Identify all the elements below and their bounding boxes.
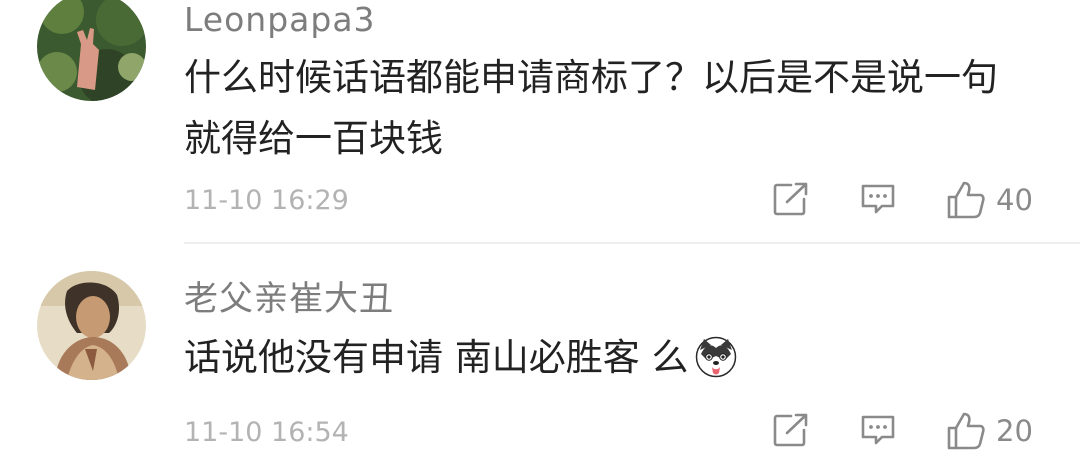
comment-text: 什么时候话语都能申请商标了？以后是不是说一句就得给一百块钱	[184, 56, 998, 160]
timestamp: 11-10 16:54	[184, 417, 349, 448]
username[interactable]: 老父亲崔大丑	[184, 282, 394, 316]
thumbs-up-icon	[945, 411, 987, 451]
timestamp: 11-10 16:29	[184, 185, 349, 216]
comment-item: Leonpapa3 什么时候话语都能申请商标了？以后是不是说一句就得给一百块钱 …	[0, 0, 1080, 244]
share-icon	[771, 411, 811, 449]
like-button[interactable]: 40	[945, 180, 1033, 220]
avatar[interactable]	[37, 0, 146, 101]
husky-dog-emoji-icon	[695, 335, 737, 378]
reply-icon	[858, 411, 898, 449]
comment-text: 话说他没有申请 南山必胜客 么	[184, 336, 689, 379]
share-button[interactable]	[771, 411, 811, 449]
reply-button[interactable]	[858, 180, 898, 218]
comment-item: 老父亲崔大丑 话说他没有申请 南山必胜客 么 11-10 16:54 20	[0, 244, 1080, 461]
avatar[interactable]	[37, 271, 146, 380]
like-count: 20	[996, 413, 1033, 448]
like-count: 40	[996, 182, 1033, 217]
like-button[interactable]: 20	[945, 411, 1033, 451]
reply-button[interactable]	[858, 411, 898, 449]
share-icon	[771, 180, 811, 218]
reply-icon	[858, 180, 898, 218]
share-button[interactable]	[771, 180, 811, 218]
comment-content: 话说他没有申请 南山必胜客 么	[184, 327, 1034, 388]
username[interactable]: Leonpapa3	[184, 3, 376, 36]
thumbs-up-icon	[945, 180, 987, 220]
